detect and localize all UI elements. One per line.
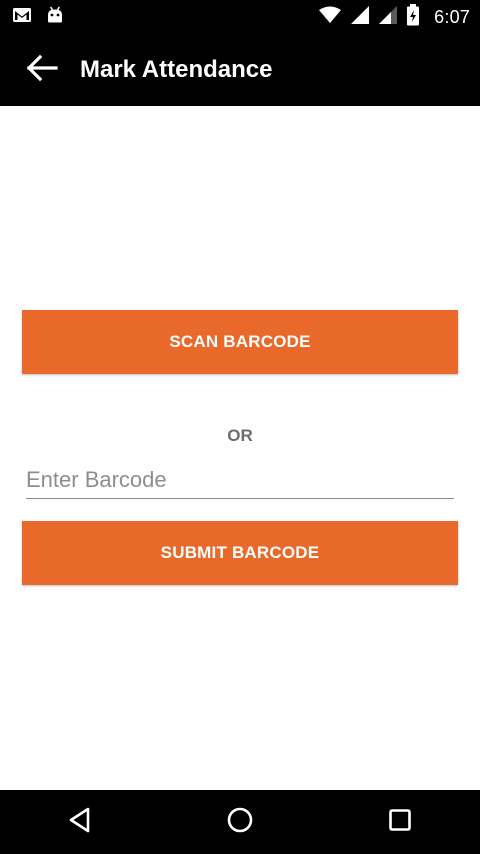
status-bar: 6:07 (0, 0, 480, 34)
home-circle-icon (226, 806, 254, 839)
nav-home-button[interactable] (200, 790, 280, 854)
status-left (12, 6, 64, 28)
screen: 6:07 Mark Attendance SCAN BARCODE OR SUB… (0, 0, 480, 854)
status-right: 6:07 (318, 3, 470, 31)
scan-barcode-button[interactable]: SCAN BARCODE (22, 310, 458, 374)
navigation-bar (0, 790, 480, 854)
battery-icon (406, 3, 420, 31)
nav-back-button[interactable] (40, 790, 120, 854)
status-time: 6:07 (434, 6, 470, 27)
signal-icon-2 (378, 5, 398, 30)
submit-barcode-button[interactable]: SUBMIT BARCODE (22, 521, 458, 585)
nav-recents-button[interactable] (360, 790, 440, 854)
page-title: Mark Attendance (80, 56, 273, 83)
arrow-left-icon (26, 54, 58, 87)
signal-icon (350, 5, 370, 30)
gmail-icon (12, 7, 32, 28)
android-icon (46, 6, 64, 29)
back-triangle-icon (68, 807, 92, 838)
main-content: SCAN BARCODE OR SUBMIT BARCODE (0, 106, 480, 790)
or-separator: OR (227, 426, 253, 445)
wifi-icon (318, 6, 342, 29)
barcode-input[interactable] (26, 462, 454, 499)
recents-square-icon (388, 808, 412, 837)
back-button[interactable] (12, 34, 72, 106)
app-bar: Mark Attendance (0, 34, 480, 106)
